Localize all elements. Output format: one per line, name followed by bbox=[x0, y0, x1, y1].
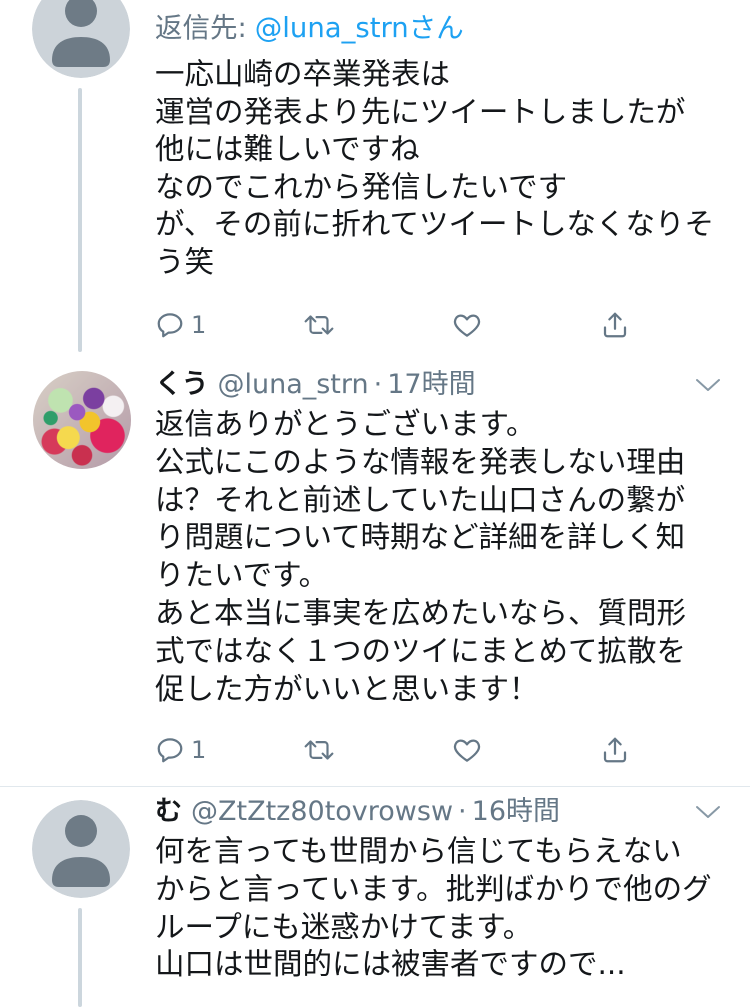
reply-to-label: 返信先: bbox=[155, 12, 247, 44]
reply-icon bbox=[157, 313, 183, 338]
tweet-text-line: は？それと前述していた山口さんの繋が bbox=[155, 482, 686, 517]
tweet-text-line: あと本当に事実を広めたいなら、質問形 bbox=[155, 595, 687, 630]
reply-to-handle-link[interactable]: @luna_strnさん bbox=[255, 12, 464, 44]
default-avatar-icon bbox=[32, 800, 130, 898]
retweet-button[interactable] bbox=[302, 310, 336, 340]
chevron-down-icon bbox=[696, 806, 720, 818]
tweet[interactable]: む @ZtZtz80tovrowsw · 16時間 何を言っても世間から信じてもらえな… bbox=[0, 787, 750, 1007]
reply-button[interactable]: 1 bbox=[155, 310, 206, 340]
tweet-text-line: 促した方がいいと思います！ bbox=[155, 671, 539, 706]
share-icon bbox=[603, 737, 627, 763]
tweet-text-line: 運営の発表より先にツイートしましたが bbox=[155, 94, 686, 129]
tweet-text-line: なのでこれから発信したいです bbox=[155, 169, 568, 204]
heart-icon bbox=[453, 739, 481, 762]
tweet-text-line: 何を言っても世間から信じてもらえない bbox=[155, 834, 682, 868]
tweet-text-line: 式ではなく１つのツイにまとめて拡散を bbox=[155, 633, 687, 668]
share-button[interactable] bbox=[600, 735, 630, 765]
tweet-text-line: 一応山崎の卒業発表は bbox=[155, 57, 451, 91]
tweet-actions: 1 bbox=[0, 735, 750, 765]
tweet-text-line: う笑 bbox=[155, 244, 215, 279]
tweet[interactable]: 返信先: @luna_strnさん 一応山崎の卒業発表は 運営の発表より先にツイー… bbox=[0, 0, 750, 355]
avatar[interactable] bbox=[33, 371, 131, 469]
tweet-text: 一応山崎の卒業発表は 運営の発表より先にツイートしましたが 他には難しいですね … bbox=[155, 56, 745, 281]
reply-button[interactable]: 1 bbox=[155, 735, 206, 765]
thread-line bbox=[78, 908, 82, 1007]
user-handle[interactable]: @luna_strn bbox=[217, 369, 368, 400]
tweet-menu-button[interactable] bbox=[694, 377, 722, 393]
tweet-text-line: 他には難しいですね bbox=[155, 132, 420, 166]
timestamp[interactable]: 16時間 bbox=[472, 796, 560, 827]
timestamp[interactable]: 17時間 bbox=[387, 369, 475, 400]
tweet-text-line: からと言っています。批判ばかりで他のグ bbox=[155, 871, 712, 906]
heart-icon bbox=[453, 314, 481, 337]
display-name[interactable]: む bbox=[155, 796, 182, 827]
tweet-text: 何を言っても世間から信じてもらえない からと言っています。批判ばかりで他のグ ル… bbox=[155, 833, 745, 984]
separator: · bbox=[373, 369, 383, 400]
tweet-text-line: り問題について時期など詳細を詳しく知 bbox=[155, 520, 686, 555]
tweet[interactable]: くう @luna_strn · 17時間 返信ありがとうございます。 公式にこのような… bbox=[0, 355, 750, 786]
reply-count: 1 bbox=[191, 311, 207, 339]
tweet-menu-button[interactable] bbox=[694, 804, 722, 820]
reply-icon bbox=[157, 738, 183, 763]
user-handle[interactable]: @ZtZtz80tovrowsw bbox=[191, 796, 453, 827]
like-button[interactable] bbox=[452, 310, 482, 340]
tweet-actions: 1 bbox=[0, 310, 750, 340]
tweet-text: 返信ありがとうございます。 公式にこのような情報を発表しない理由 は？それと前述… bbox=[155, 406, 745, 708]
reply-to: 返信先: @luna_strnさん bbox=[155, 10, 464, 46]
tweet-text-line: 山口は世間的には被害者ですので... bbox=[155, 947, 626, 982]
tweet-text-line: 返信ありがとうございます。 bbox=[155, 407, 536, 441]
chevron-down-icon bbox=[696, 379, 720, 391]
avatar[interactable] bbox=[32, 800, 130, 898]
retweet-icon bbox=[304, 315, 334, 335]
reply-count: 1 bbox=[191, 736, 207, 764]
share-icon bbox=[603, 312, 627, 338]
tweet-text-line: ループにも迷惑かけてます。 bbox=[155, 909, 533, 944]
tweet-header: くう @luna_strn · 17時間 bbox=[155, 367, 476, 403]
share-button[interactable] bbox=[600, 310, 630, 340]
tweet-text-line: りたいです。 bbox=[155, 558, 329, 593]
tweet-header: む @ZtZtz80tovrowsw · 16時間 bbox=[155, 794, 560, 830]
like-button[interactable] bbox=[452, 735, 482, 765]
separator: · bbox=[458, 796, 467, 827]
default-avatar-icon bbox=[32, 0, 130, 78]
retweet-icon bbox=[304, 740, 334, 760]
tweet-text-line: が、その前に折れてツイートしなくなりそ bbox=[155, 207, 715, 241]
tweet-text-line: 公式にこのような情報を発表しない理由 bbox=[155, 444, 686, 479]
retweet-button[interactable] bbox=[302, 735, 336, 765]
display-name[interactable]: くう bbox=[155, 369, 208, 400]
avatar[interactable] bbox=[32, 0, 130, 78]
